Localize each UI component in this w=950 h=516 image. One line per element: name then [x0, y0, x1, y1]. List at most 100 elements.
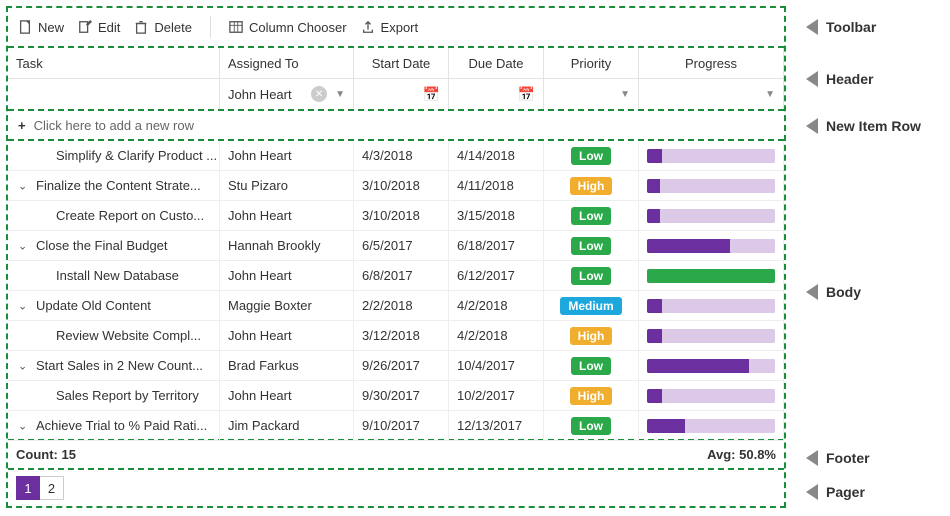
filter-due[interactable]: 📅	[449, 79, 544, 109]
export-icon	[361, 20, 375, 34]
cell-progress	[639, 141, 784, 170]
cell-due: 6/18/2017	[449, 231, 544, 260]
col-header-priority[interactable]: Priority	[544, 48, 639, 78]
delete-button[interactable]: Delete	[134, 20, 192, 35]
cell-assigned: John Heart	[220, 381, 354, 410]
toolbar-separator	[210, 16, 211, 38]
filter-priority[interactable]: ▼	[544, 79, 639, 109]
cell-assigned: John Heart	[220, 141, 354, 170]
chevron-down-icon[interactable]: ▼	[765, 89, 775, 100]
expander-icon[interactable]: ⌄	[18, 239, 27, 252]
progress-bar	[647, 179, 775, 193]
cell-priority: High	[544, 171, 639, 200]
filter-assigned[interactable]: John Heart ✕ ▼	[220, 79, 354, 109]
progress-bar	[647, 359, 775, 373]
expander-icon[interactable]: ⌄	[18, 299, 27, 312]
export-button[interactable]: Export	[361, 20, 419, 35]
footer: Count: 15 Avg: 50.8%	[8, 441, 784, 470]
cell-due: 12/13/2017	[449, 411, 544, 440]
cell-assigned: John Heart	[220, 261, 354, 290]
cell-assigned: Maggie Boxter	[220, 291, 354, 320]
table-row[interactable]: Simplify & Clarify Product ...John Heart…	[8, 141, 784, 171]
cell-assigned: Hannah Brookly	[220, 231, 354, 260]
table-row[interactable]: ⌄Close the Final BudgetHannah Brookly6/5…	[8, 231, 784, 261]
cell-priority: Low	[544, 231, 639, 260]
cell-priority: High	[544, 381, 639, 410]
table-row[interactable]: Review Website Compl...John Heart3/12/20…	[8, 321, 784, 351]
cell-progress	[639, 411, 784, 440]
new-button[interactable]: New	[18, 20, 64, 35]
filter-task-input[interactable]	[16, 87, 211, 102]
toolbar: New Edit Delete Column Chooser Export	[8, 8, 784, 48]
task-text: Start Sales in 2 New Count...	[36, 358, 203, 373]
body: Simplify & Clarify Product ...John Heart…	[8, 141, 784, 441]
column-chooser-icon	[229, 20, 243, 34]
col-header-progress[interactable]: Progress	[639, 48, 784, 78]
task-text: Achieve Trial to % Paid Rati...	[36, 418, 207, 433]
progress-bar	[647, 299, 775, 313]
cell-priority: Low	[544, 141, 639, 170]
expander-icon[interactable]: ⌄	[18, 179, 27, 192]
edit-button[interactable]: Edit	[78, 20, 120, 35]
col-header-task[interactable]: Task	[8, 48, 220, 78]
avg-summary: Avg: 50.8%	[707, 447, 776, 462]
table-row[interactable]: ⌄Achieve Trial to % Paid Rati...Jim Pack…	[8, 411, 784, 441]
cell-priority: Low	[544, 201, 639, 230]
priority-badge: High	[570, 177, 613, 195]
column-chooser-button[interactable]: Column Chooser	[229, 20, 347, 35]
progress-fill	[647, 299, 662, 313]
cell-start: 9/10/2017	[354, 411, 449, 440]
cell-progress	[639, 261, 784, 290]
cell-start: 3/12/2018	[354, 321, 449, 350]
priority-badge: Medium	[560, 297, 621, 315]
cell-due: 4/2/2018	[449, 321, 544, 350]
priority-badge: Low	[571, 267, 611, 285]
progress-bar	[647, 209, 775, 223]
cell-priority: High	[544, 321, 639, 350]
cell-assigned: Brad Farkus	[220, 351, 354, 380]
expander-icon[interactable]: ⌄	[18, 359, 27, 372]
page-button[interactable]: 2	[40, 476, 64, 500]
table-row[interactable]: ⌄Finalize the Content Strate...Stu Pizar…	[8, 171, 784, 201]
progress-fill	[647, 389, 662, 403]
cell-priority: Medium	[544, 291, 639, 320]
new-row-text: Click here to add a new row	[34, 118, 194, 133]
cell-task: ⌄Finalize the Content Strate...	[8, 171, 220, 200]
cell-progress	[639, 171, 784, 200]
task-text: Review Website Compl...	[56, 328, 201, 343]
clear-filter-icon[interactable]: ✕	[311, 86, 327, 102]
cell-start: 4/3/2018	[354, 141, 449, 170]
page-button[interactable]: 1	[16, 476, 40, 500]
expander-icon[interactable]: ⌄	[18, 419, 27, 432]
table-row[interactable]: Create Report on Custo...John Heart3/10/…	[8, 201, 784, 231]
table-row[interactable]: ⌄Update Old ContentMaggie Boxter2/2/2018…	[8, 291, 784, 321]
col-header-start[interactable]: Start Date	[354, 48, 449, 78]
cell-task: ⌄ Achieve Trial to % Paid Rati...	[8, 411, 220, 440]
progress-bar	[647, 269, 775, 283]
calendar-icon[interactable]: 📅	[518, 86, 535, 103]
progress-fill	[647, 329, 662, 343]
chevron-down-icon[interactable]: ▼	[620, 89, 630, 100]
table-row[interactable]: Sales Report by TerritoryJohn Heart9/30/…	[8, 381, 784, 411]
table-row[interactable]: ⌄ Start Sales in 2 New Count... Brad Farku…	[8, 351, 784, 381]
cell-task: ⌄Update Old Content	[8, 291, 220, 320]
cell-task: ⌄Close the Final Budget	[8, 231, 220, 260]
col-header-due[interactable]: Due Date	[449, 48, 544, 78]
filter-task[interactable]	[8, 79, 220, 109]
new-item-row[interactable]: + Click here to add a new row	[8, 111, 784, 141]
label-header: Header	[806, 48, 936, 110]
priority-badge: High	[570, 387, 613, 405]
label-body: Body	[806, 142, 936, 442]
col-header-assigned[interactable]: Assigned To	[220, 48, 354, 78]
table-row[interactable]: Install New DatabaseJohn Heart6/8/20176/…	[8, 261, 784, 291]
filter-progress[interactable]: ▼	[639, 79, 784, 109]
label-pager: Pager	[806, 474, 936, 510]
tree-list-grid: New Edit Delete Column Chooser Export	[6, 6, 786, 508]
chevron-down-icon[interactable]: ▼	[335, 89, 345, 100]
new-icon	[18, 20, 32, 34]
filter-start[interactable]: 📅	[354, 79, 449, 109]
task-text: Simplify & Clarify Product ...	[56, 148, 217, 163]
task-text: Install New Database	[56, 268, 179, 283]
calendar-icon[interactable]: 📅	[423, 86, 440, 103]
progress-fill	[647, 179, 660, 193]
